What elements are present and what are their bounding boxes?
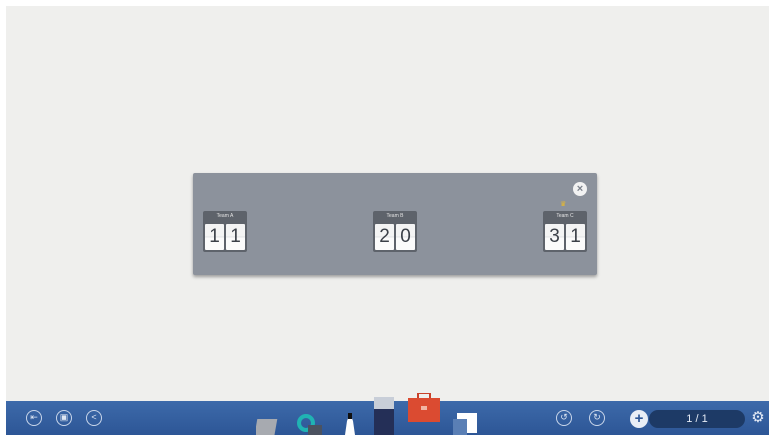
undo-icon[interactable]: ↺ [556,410,572,426]
team-label: Team A [203,211,247,222]
exit-icon[interactable]: ⇤ [26,410,42,426]
redo-icon[interactable]: ↻ [589,410,605,426]
team-c-score: Team C 3 1 [543,211,587,255]
gear-icon[interactable]: ⚙ [750,410,766,426]
bottom-toolbar: ⇤ ▣ < ↺ ↻ + 1 / 1 ⚙ [6,393,769,435]
whiteboard-canvas[interactable]: × ♛ Team A 1 1 Team B 2 0 Team C 3 1 [6,6,769,401]
score-digit[interactable]: 1 [566,224,585,250]
close-icon[interactable]: × [573,182,587,196]
page-view-icon[interactable] [453,413,479,435]
scoreboard-widget: × ♛ Team A 1 1 Team B 2 0 Team C 3 1 [193,173,597,275]
score-digit[interactable]: 1 [205,224,224,250]
score-digit[interactable]: 1 [226,224,245,250]
crown-icon: ♛ [560,201,567,208]
team-b-score: Team B 2 0 [373,211,417,255]
lasso-select-icon[interactable] [296,413,324,435]
score-digit[interactable]: 0 [396,224,415,250]
team-label: Team C [543,211,587,222]
score-digit[interactable]: 3 [545,224,564,250]
team-label: Team B [373,211,417,222]
ruler-icon[interactable] [256,415,280,435]
toolbox-icon[interactable] [408,393,440,423]
add-page-button[interactable]: + [630,410,648,428]
eraser-icon[interactable] [372,395,396,435]
team-a-score: Team A 1 1 [203,211,247,255]
page-indicator[interactable]: 1 / 1 [649,410,745,428]
save-icon[interactable]: ▣ [56,410,72,426]
pen-icon[interactable] [341,411,359,435]
share-icon[interactable]: < [86,410,102,426]
score-digit[interactable]: 2 [375,224,394,250]
